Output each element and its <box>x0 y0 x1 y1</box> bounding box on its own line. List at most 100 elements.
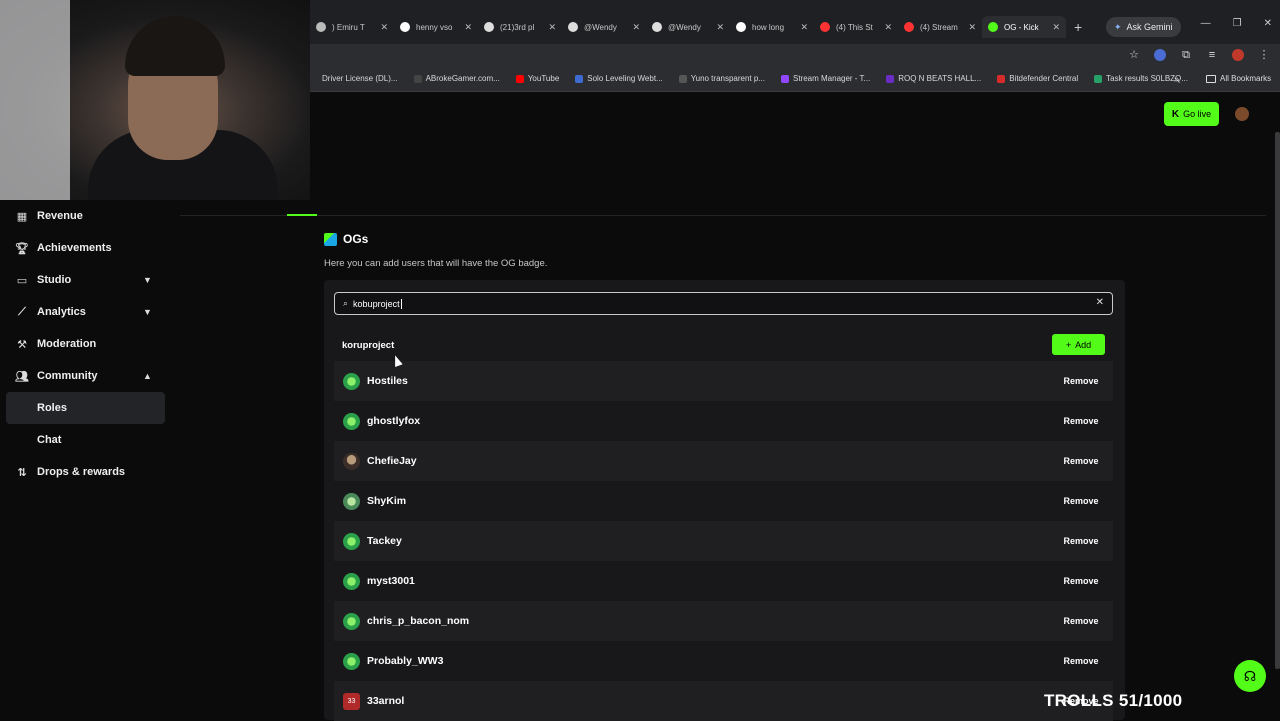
bookmark-item[interactable]: Bitdefender Central <box>997 74 1078 83</box>
browser-tab[interactable]: (4) This St ✕ <box>814 16 898 38</box>
close-tab-icon[interactable]: ✕ <box>800 22 808 33</box>
star-icon[interactable]: ☆ <box>1128 49 1140 61</box>
bar-chart-icon: ▦ <box>16 210 28 223</box>
bookmark-favicon-icon <box>678 74 687 83</box>
bookmark-label: Driver License (DL)... <box>322 74 398 83</box>
remove-button[interactable]: Remove <box>1055 651 1107 671</box>
remove-button[interactable]: Remove <box>1055 531 1107 551</box>
username: myst3001 <box>367 575 415 587</box>
sidebar-item-achievements[interactable]: 🏆︎ Achievements <box>0 232 180 264</box>
close-window-icon[interactable]: ✕ <box>1264 18 1272 29</box>
remove-button[interactable]: Remove <box>1055 451 1107 471</box>
search-suggestion[interactable]: koruproject <box>342 340 394 351</box>
media-control-icon[interactable]: ≡ <box>1206 49 1218 61</box>
browser-tab[interactable]: how long ✕ <box>730 16 814 38</box>
extension-icon[interactable] <box>1154 49 1166 61</box>
user-avatar[interactable] <box>1235 107 1249 121</box>
close-tab-icon[interactable]: ✕ <box>632 22 640 33</box>
bookmark-label: Stream Manager - T... <box>793 74 871 83</box>
close-tab-icon[interactable]: ✕ <box>1052 22 1060 33</box>
bookmark-item[interactable]: Yuno transparent p... <box>678 74 765 83</box>
remove-button[interactable]: Remove <box>1055 491 1107 511</box>
hammer-icon: ⚒ <box>17 338 27 351</box>
minimize-icon[interactable]: — <box>1201 18 1211 29</box>
browser-tab[interactable]: (4) Stream ✕ <box>898 16 982 38</box>
puzzle-icon[interactable]: ⧉ <box>1180 49 1192 61</box>
remove-button[interactable]: Remove <box>1055 371 1107 391</box>
browser-tab[interactable]: OG - Kick ✕ <box>982 16 1066 38</box>
browser-tab[interactable]: @Wendy ✕ <box>646 16 730 38</box>
bookmark-item[interactable]: ROQ N BEATS HALL... <box>886 74 981 83</box>
close-tab-icon[interactable]: ✕ <box>968 22 976 33</box>
trophy-icon: 🏆︎ <box>15 242 29 255</box>
sidebar-item-moderation[interactable]: ⚒ Moderation <box>0 328 180 360</box>
tab-title: (21)3rd pl <box>500 22 535 32</box>
og-user-list: Hostiles Remove ghostlyfox Remove ChefieJay R… <box>334 361 1113 721</box>
help-chat-button[interactable]: ☊ <box>1234 660 1266 692</box>
bookmark-label: Bitdefender Central <box>1009 74 1079 83</box>
bookmark-label: YouTube <box>527 74 560 83</box>
sidebar-item-drops-rewards[interactable]: ⇅ Drops & rewards <box>0 456 180 488</box>
bookmark-item[interactable]: Stream Manager - T... <box>781 74 870 83</box>
tab-favicon-icon <box>988 22 998 32</box>
user-avatar <box>343 652 360 670</box>
sidebar-item-community[interactable]: 👥︎ Community ▲ <box>0 360 180 392</box>
bookmark-favicon-icon <box>413 74 422 83</box>
remove-button[interactable]: Remove <box>1055 611 1107 631</box>
bookmark-item[interactable]: YouTube <box>515 74 560 83</box>
bookmark-favicon-icon <box>997 74 1006 83</box>
browser-tab[interactable]: henny vso ✕ <box>394 16 478 38</box>
all-bookmarks-button[interactable]: All Bookmarks <box>1206 74 1271 83</box>
og-user-row: ShyKim Remove <box>334 481 1113 521</box>
ask-gemini-button[interactable]: ✦ Ask Gemini <box>1106 17 1181 37</box>
sidebar-item-chat[interactable]: Chat <box>0 424 180 456</box>
sidebar-item-roles[interactable]: Roles <box>6 392 165 424</box>
browser-tab[interactable]: (21)3rd pl ✕ <box>478 16 562 38</box>
bookmark-favicon-icon <box>310 74 318 83</box>
tab-title: (4) This St <box>836 22 873 32</box>
user-avatar <box>343 452 360 470</box>
search-input[interactable]: ⌕ kobuproject ✕ <box>334 292 1113 315</box>
bookmark-favicon-icon <box>886 74 895 83</box>
tab-title: OG - Kick <box>1004 22 1039 32</box>
og-panel: ⌕ kobuproject ✕ koruproject + Add Hostile… <box>324 280 1125 721</box>
remove-button[interactable]: Remove <box>1055 571 1107 591</box>
bookmark-item[interactable]: ABrokeGamer.com... <box>413 74 500 83</box>
tab-list: ) Emiru T ✕ henny vso ✕ (21)3rd pl ✕ @Wendy ✕ @W… <box>310 16 1082 38</box>
clear-search-icon[interactable]: ✕ <box>1096 297 1104 308</box>
analytics-icon: ⟋ <box>18 305 26 318</box>
add-button[interactable]: + Add <box>1052 334 1105 355</box>
profile-avatar[interactable] <box>1232 49 1244 61</box>
sidebar-item-revenue[interactable]: ▦ Revenue <box>0 200 180 232</box>
og-user-row: ChefieJay Remove <box>334 441 1113 481</box>
restore-icon[interactable]: ❐ <box>1233 18 1242 29</box>
browser-tab[interactable]: @Wendy ✕ <box>562 16 646 38</box>
og-user-row: 33 33arnol Remove <box>334 681 1113 721</box>
sidebar-item-analytics[interactable]: ⟋ Analytics ▼ <box>0 296 180 328</box>
og-user-row: Probably_WW3 Remove <box>334 641 1113 681</box>
close-tab-icon[interactable]: ✕ <box>884 22 892 33</box>
webcam-person-hair <box>125 16 225 76</box>
bookmark-item[interactable]: Driver License (DL)... <box>310 74 398 83</box>
sparkle-icon: ✦ <box>1114 21 1122 32</box>
remove-button[interactable]: Remove <box>1055 411 1107 431</box>
close-tab-icon[interactable]: ✕ <box>464 22 472 33</box>
menu-icon[interactable]: ⋮ <box>1258 49 1270 61</box>
sidebar-item-studio[interactable]: ▭ Studio ▼ <box>0 264 180 296</box>
username: ghostlyfox <box>367 415 421 427</box>
user-avatar <box>343 372 360 390</box>
close-tab-icon[interactable]: ✕ <box>716 22 724 33</box>
page-scrollbar[interactable] <box>1275 132 1280 669</box>
folder-icon <box>1206 74 1216 83</box>
close-tab-icon[interactable]: ✕ <box>380 22 388 33</box>
go-live-button[interactable]: K Go live <box>1164 102 1219 126</box>
tab-favicon-icon <box>568 22 578 32</box>
username: ShyKim <box>367 495 407 507</box>
new-tab-button[interactable]: + <box>1074 19 1082 35</box>
bookmarks-overflow-button[interactable]: » <box>1174 74 1179 84</box>
bookmark-item[interactable]: Solo Leveling Webt... <box>575 74 663 83</box>
close-tab-icon[interactable]: ✕ <box>548 22 556 33</box>
browser-tab[interactable]: ) Emiru T ✕ <box>310 16 394 38</box>
tab-title: @Wendy <box>584 22 617 32</box>
bookmark-favicon-icon <box>575 74 584 83</box>
